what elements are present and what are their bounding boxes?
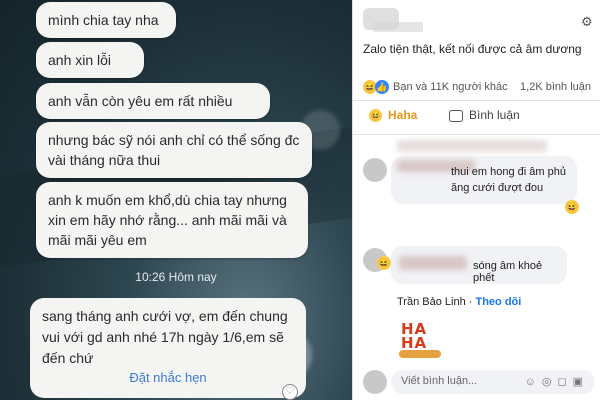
blurred-author bbox=[373, 22, 423, 32]
reminder-card: sang tháng anh cưới vợ, em đến chung vui… bbox=[30, 298, 306, 398]
follow-button[interactable]: Theo dõi bbox=[475, 296, 521, 308]
blurred-name bbox=[399, 256, 467, 270]
chat-timestamp: 10:26 Hôm nay bbox=[135, 270, 217, 284]
comment-label: Bình luận bbox=[469, 108, 520, 122]
chat-message-text: mình chia tay nha bbox=[48, 12, 159, 28]
haha-icon: 😆 bbox=[377, 256, 391, 270]
chat-screenshot: mình chia tay nha anh xin lỗi anh vẫn cò… bbox=[0, 0, 352, 400]
post-text: Zalo tiện thật, kết nối được cả âm dương bbox=[363, 42, 582, 56]
comment-input[interactable]: Viết bình luận... ☺◎◻▣ bbox=[391, 370, 595, 394]
reply-author-name[interactable]: Trần Bảo Linh bbox=[397, 296, 466, 308]
chat-message: nhưng bác sỹ nói anh chỉ có thể sống đc … bbox=[36, 122, 312, 178]
comment-text: thui em hong đi âm phủ ăng cưới đượt đou bbox=[451, 166, 566, 194]
reaction-icons: 😆 👍 bbox=[363, 80, 393, 96]
haha-icon: 😆 bbox=[565, 200, 579, 214]
heart-icon[interactable]: ♡ bbox=[282, 384, 298, 400]
chat-message-text: anh xin lỗi bbox=[48, 52, 112, 68]
reactions-bar[interactable]: 😆 👍 Bạn và 11K người khác 1,2K bình luận bbox=[363, 78, 593, 98]
comment-icon bbox=[449, 109, 463, 122]
chat-message-text: anh vẫn còn yêu em rất nhiều bbox=[48, 93, 233, 109]
reminder-text: sang tháng anh cưới vợ, em đến chung vui… bbox=[42, 308, 288, 366]
sticker-figure bbox=[399, 350, 441, 358]
comment-count[interactable]: 1,2K bình luận bbox=[520, 81, 591, 93]
like-icon: 👍 bbox=[375, 80, 389, 94]
gear-icon[interactable]: ⚙ bbox=[581, 14, 593, 30]
avatar[interactable] bbox=[363, 370, 387, 394]
chat-message: anh vẫn còn yêu em rất nhiều bbox=[36, 83, 270, 119]
reaction-count[interactable]: Bạn và 11K người khác bbox=[393, 81, 508, 93]
chat-message: mình chia tay nha bbox=[36, 2, 176, 38]
comment-placeholder: Viết bình luận... bbox=[401, 375, 478, 387]
haha-sticker: HA HA bbox=[397, 320, 443, 360]
reply-author[interactable]: Trần Bảo Linh · Theo dõi bbox=[397, 296, 521, 308]
facebook-post: ⚙ Zalo tiện thật, kết nối được cả âm dươ… bbox=[352, 0, 600, 400]
avatar[interactable] bbox=[363, 158, 387, 182]
comment-button[interactable]: Bình luận bbox=[449, 108, 520, 122]
haha-label: Haha bbox=[388, 108, 418, 122]
comment-text: sóng âm khoẻ phết bbox=[473, 260, 543, 284]
post-actions: 😆 Haha Bình luận bbox=[353, 102, 600, 130]
haha-button[interactable]: 😆 Haha bbox=[369, 108, 418, 123]
chat-message-text: nhưng bác sỹ nói anh chỉ có thể sống đc … bbox=[48, 132, 300, 168]
divider bbox=[353, 134, 600, 135]
chat-message: anh k muốn em khổ,dù chia tay nhưng xin … bbox=[36, 182, 308, 258]
set-reminder-button[interactable]: Đặt nhắc hẹn bbox=[30, 370, 306, 385]
haha-icon: 😆 bbox=[369, 109, 382, 123]
sticker-text: HA HA bbox=[401, 320, 428, 352]
composer-icons[interactable]: ☺◎◻▣ bbox=[525, 375, 589, 388]
chat-message-text: anh k muốn em khổ,dù chia tay nhưng xin … bbox=[48, 192, 287, 248]
comment-bubble: sóng âm khoẻ phết bbox=[391, 246, 567, 284]
chat-message: anh xin lỗi bbox=[36, 42, 144, 78]
divider bbox=[353, 100, 600, 101]
blurred-comment bbox=[397, 140, 547, 152]
comment-bubble: thui em hong đi âm phủ ăng cưới đượt đou bbox=[391, 156, 577, 204]
